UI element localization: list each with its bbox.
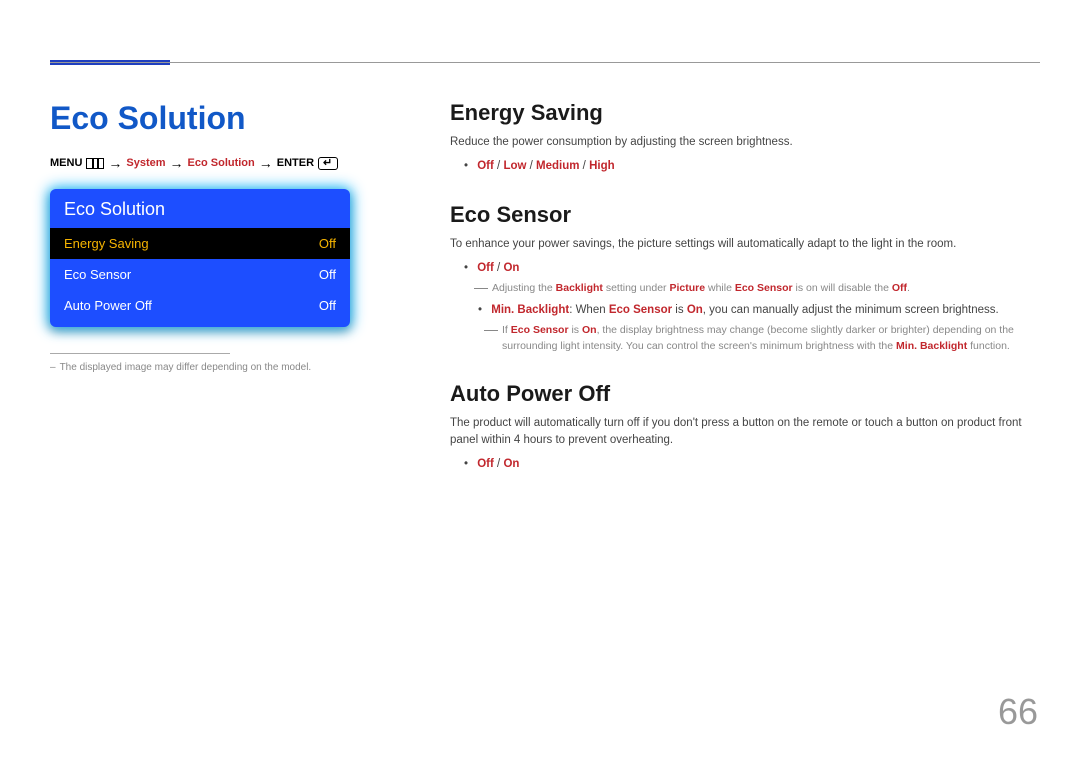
header-rule xyxy=(50,62,1040,63)
breadcrumb-eco: Eco Solution xyxy=(188,157,255,169)
subnote-eco-sensor-on: If Eco Sensor is On, the display brightn… xyxy=(450,323,1040,355)
breadcrumb-menu: MENU xyxy=(50,157,82,169)
osd-row-label: Auto Power Off xyxy=(64,298,152,313)
enter-icon xyxy=(318,157,338,170)
breadcrumb-enter: ENTER xyxy=(277,157,314,169)
opt: High xyxy=(589,160,615,172)
options-eco-sensor: Off / On xyxy=(450,259,1040,277)
body-eco-sensor: To enhance your power savings, the pictu… xyxy=(450,236,1040,253)
footnote: –The displayed image may differ dependin… xyxy=(50,362,400,373)
osd-row-value: Off xyxy=(319,298,336,313)
page-number: 66 xyxy=(998,691,1038,733)
osd-row-value: Off xyxy=(319,267,336,282)
osd-row-label: Eco Sensor xyxy=(64,267,131,282)
body-auto-power-off: The product will automatically turn off … xyxy=(450,415,1040,450)
arrow-icon: → xyxy=(170,155,184,171)
heading-auto-power-off: Auto Power Off xyxy=(450,381,1040,407)
right-column: Energy Saving Reduce the power consumpti… xyxy=(430,100,1040,478)
osd-title: Eco Solution xyxy=(50,189,350,228)
heading-energy-saving: Energy Saving xyxy=(450,100,1040,126)
osd-panel: Eco Solution Energy Saving Off Eco Senso… xyxy=(50,189,350,327)
breadcrumb-system: System xyxy=(126,157,165,169)
note-eco-backlight: Adjusting the Backlight setting under Pi… xyxy=(450,281,1040,297)
opt: On xyxy=(503,262,519,274)
options-energy-saving: Off / Low / Medium / High xyxy=(450,157,1040,175)
body-energy-saving: Reduce the power consumption by adjustin… xyxy=(450,134,1040,151)
opt: Off xyxy=(477,262,494,274)
opt: Low xyxy=(503,160,526,172)
page-title: Eco Solution xyxy=(50,100,400,137)
osd-row-energy-saving[interactable]: Energy Saving Off xyxy=(50,228,350,259)
heading-eco-sensor: Eco Sensor xyxy=(450,202,1040,228)
opt: Medium xyxy=(536,160,579,172)
opt: Off xyxy=(477,160,494,172)
page-content: Eco Solution MENU → System → Eco Solutio… xyxy=(50,100,1040,478)
osd-row-label: Energy Saving xyxy=(64,236,149,251)
breadcrumb: MENU → System → Eco Solution → ENTER xyxy=(50,155,400,171)
menu-icon xyxy=(86,158,104,169)
sub-min-backlight: Min. Backlight: When Eco Sensor is On, y… xyxy=(450,301,1040,319)
section-energy-saving: Energy Saving Reduce the power consumpti… xyxy=(450,100,1040,176)
footnote-divider xyxy=(50,353,230,354)
section-auto-power-off: Auto Power Off The product will automati… xyxy=(450,381,1040,474)
arrow-icon: → xyxy=(259,155,273,171)
left-column: Eco Solution MENU → System → Eco Solutio… xyxy=(50,100,430,478)
osd-row-auto-power-off[interactable]: Auto Power Off Off xyxy=(50,290,350,327)
arrow-icon: → xyxy=(108,155,122,171)
footnote-text: The displayed image may differ depending… xyxy=(60,362,312,373)
osd-row-eco-sensor[interactable]: Eco Sensor Off xyxy=(50,259,350,290)
options-auto-power-off: Off / On xyxy=(450,455,1040,473)
osd-row-value: Off xyxy=(319,236,336,251)
opt: Off xyxy=(477,458,494,470)
section-eco-sensor: Eco Sensor To enhance your power savings… xyxy=(450,202,1040,355)
opt: On xyxy=(503,458,519,470)
